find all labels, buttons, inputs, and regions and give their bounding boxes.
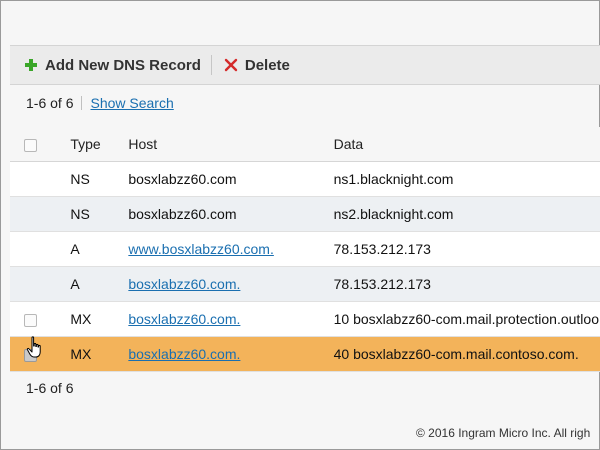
cell-host: www.bosxlabzz60.com. bbox=[127, 231, 333, 267]
column-header-type[interactable]: Type bbox=[69, 127, 128, 162]
toolbar-divider bbox=[210, 55, 212, 75]
delete-button[interactable]: Delete bbox=[224, 46, 290, 84]
cell-type: MX bbox=[69, 301, 128, 337]
show-search-link[interactable]: Show Search bbox=[90, 95, 173, 111]
cell-host: bosxlabzz60.com bbox=[127, 161, 333, 197]
column-header-host[interactable]: Host bbox=[127, 127, 333, 162]
row-checkbox[interactable] bbox=[24, 313, 37, 327]
row-select-cell bbox=[10, 266, 70, 302]
cell-data: 78.153.212.173 bbox=[332, 266, 600, 302]
cell-host: bosxlabzz60.com. bbox=[127, 336, 333, 372]
column-header-data[interactable]: Data bbox=[332, 127, 600, 162]
cell-host: bosxlabzz60.com. bbox=[127, 266, 333, 302]
cell-data: 40 bosxlabzz60-com.mail.contoso.com. bbox=[332, 336, 600, 372]
x-icon bbox=[224, 58, 238, 72]
cell-type: NS bbox=[69, 196, 128, 232]
dns-records-table: Type Host Data NS bosxlabzz60.com ns1.blac… bbox=[10, 127, 600, 372]
row-select-cell bbox=[10, 161, 70, 197]
host-link[interactable]: bosxlabzz60.com. bbox=[128, 276, 240, 292]
add-dns-record-label: Add New DNS Record bbox=[45, 56, 201, 74]
select-all-header bbox=[10, 127, 70, 162]
table-row[interactable]: NS bosxlabzz60.com ns2.blacknight.com bbox=[10, 196, 600, 232]
pager-top: 1-6 of 6 Show Search bbox=[26, 94, 174, 112]
cell-data: 78.153.212.173 bbox=[332, 231, 600, 267]
select-all-checkbox[interactable] bbox=[24, 138, 37, 152]
add-dns-record-button[interactable]: Add New DNS Record bbox=[10, 46, 201, 84]
copyright-footer: © 2016 Ingram Micro Inc. All righ bbox=[416, 426, 591, 440]
host-text: bosxlabzz60.com bbox=[128, 171, 237, 187]
table-row[interactable]: NS bosxlabzz60.com ns1.blacknight.com bbox=[10, 161, 600, 197]
table-header-row: Type Host Data bbox=[10, 127, 600, 162]
table-row[interactable]: Awww.bosxlabzz60.com. 78.153.212.173 bbox=[10, 231, 600, 267]
record-count: 1-6 of 6 bbox=[26, 95, 74, 111]
cell-data: ns1.blacknight.com bbox=[332, 161, 600, 197]
cell-host: bosxlabzz60.com. bbox=[127, 301, 333, 337]
row-select-cell bbox=[10, 301, 70, 337]
cell-data: ns2.blacknight.com bbox=[332, 196, 600, 232]
table-row[interactable]: Abosxlabzz60.com. 78.153.212.173 bbox=[10, 266, 600, 302]
host-link[interactable]: www.bosxlabzz60.com. bbox=[128, 241, 274, 257]
host-link[interactable]: bosxlabzz60.com. bbox=[128, 346, 240, 362]
hand-pointer-icon bbox=[26, 336, 44, 360]
row-select-cell bbox=[10, 196, 70, 232]
host-link[interactable]: bosxlabzz60.com. bbox=[128, 311, 240, 327]
pager-divider bbox=[81, 96, 83, 110]
plus-icon bbox=[24, 58, 38, 72]
table-row[interactable]: MX bosxlabzz60.com. 40 bosxlabzz60-com.mai… bbox=[10, 336, 600, 372]
table-row[interactable]: MX bosxlabzz60.com. 10 bosxlabzz60-com.mai… bbox=[10, 301, 600, 337]
host-text: bosxlabzz60.com bbox=[128, 206, 237, 222]
delete-label: Delete bbox=[244, 56, 290, 74]
toolbar: Add New DNS Record Delete bbox=[10, 45, 600, 85]
pager-bottom: 1-6 of 6 bbox=[26, 380, 74, 396]
cell-type: MX bbox=[69, 336, 128, 372]
row-select-cell bbox=[10, 231, 70, 267]
cell-host: bosxlabzz60.com bbox=[127, 196, 333, 232]
cell-type: A bbox=[69, 231, 128, 267]
cell-type: A bbox=[69, 266, 128, 302]
cell-data: 10 bosxlabzz60-com.mail.protection.outlo… bbox=[332, 301, 600, 337]
cell-type: NS bbox=[69, 161, 128, 197]
table-body: NS bosxlabzz60.com ns1.blacknight.com NS bos… bbox=[10, 161, 600, 372]
